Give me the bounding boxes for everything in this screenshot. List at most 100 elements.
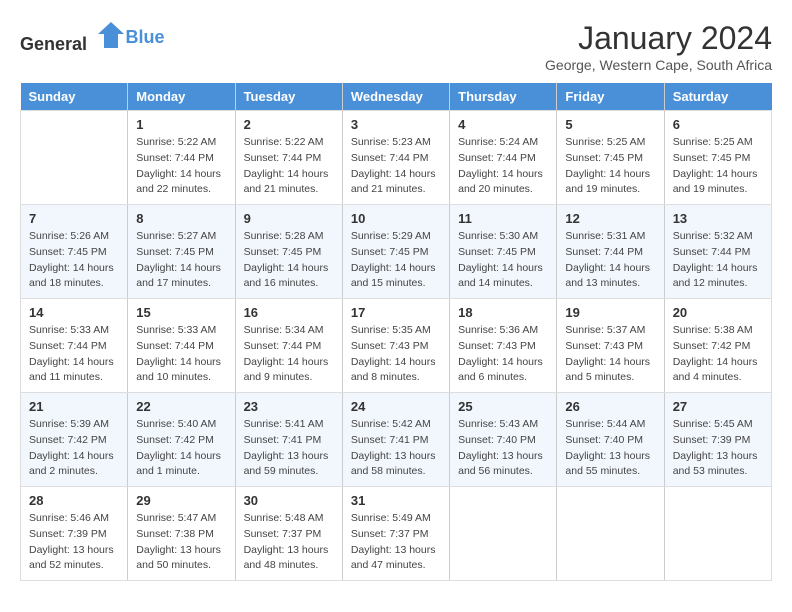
column-header-tuesday: Tuesday xyxy=(235,83,342,111)
calendar-cell: 10 Sunrise: 5:29 AM Sunset: 7:45 PM Dayli… xyxy=(342,205,449,299)
day-info: Sunrise: 5:25 AM Sunset: 7:45 PM Dayligh… xyxy=(565,135,655,198)
week-row-4: 21 Sunrise: 5:39 AM Sunset: 7:42 PM Dayli… xyxy=(21,393,772,487)
day-info: Sunrise: 5:23 AM Sunset: 7:44 PM Dayligh… xyxy=(351,135,441,198)
day-info: Sunrise: 5:39 AM Sunset: 7:42 PM Dayligh… xyxy=(29,417,119,480)
column-header-thursday: Thursday xyxy=(450,83,557,111)
day-number: 6 xyxy=(673,117,763,132)
calendar-cell: 9 Sunrise: 5:28 AM Sunset: 7:45 PM Daylig… xyxy=(235,205,342,299)
calendar-cell: 16 Sunrise: 5:34 AM Sunset: 7:44 PM Dayli… xyxy=(235,299,342,393)
day-number: 18 xyxy=(458,305,548,320)
day-info: Sunrise: 5:28 AM Sunset: 7:45 PM Dayligh… xyxy=(244,229,334,292)
day-number: 30 xyxy=(244,493,334,508)
day-info: Sunrise: 5:31 AM Sunset: 7:44 PM Dayligh… xyxy=(565,229,655,292)
calendar-header-row: SundayMondayTuesdayWednesdayThursdayFrid… xyxy=(21,83,772,111)
day-number: 17 xyxy=(351,305,441,320)
day-info: Sunrise: 5:33 AM Sunset: 7:44 PM Dayligh… xyxy=(136,323,226,386)
day-info: Sunrise: 5:44 AM Sunset: 7:40 PM Dayligh… xyxy=(565,417,655,480)
calendar-cell: 31 Sunrise: 5:49 AM Sunset: 7:37 PM Dayli… xyxy=(342,487,449,581)
month-year-title: January 2024 xyxy=(545,20,772,57)
day-info: Sunrise: 5:25 AM Sunset: 7:45 PM Dayligh… xyxy=(673,135,763,198)
column-header-friday: Friday xyxy=(557,83,664,111)
calendar-cell: 29Sunrise: 5:47 AM Sunset: 7:38 PM Dayli… xyxy=(128,487,235,581)
calendar-cell: 30 Sunrise: 5:48 AM Sunset: 7:37 PM Dayli… xyxy=(235,487,342,581)
calendar-cell: 13 Sunrise: 5:32 AM Sunset: 7:44 PM Dayli… xyxy=(664,205,771,299)
title-block: January 2024 George, Western Cape, South… xyxy=(545,20,772,73)
day-info: Sunrise: 5:26 AM Sunset: 7:45 PM Dayligh… xyxy=(29,229,119,292)
calendar-cell: 26 Sunrise: 5:44 AM Sunset: 7:40 PM Dayli… xyxy=(557,393,664,487)
week-row-1: 1 Sunrise: 5:22 AM Sunset: 7:44 PM Daylig… xyxy=(21,111,772,205)
logo-icon xyxy=(96,20,126,50)
day-info: Sunrise: 5:49 AM Sunset: 7:37 PM Dayligh… xyxy=(351,511,441,574)
calendar-cell: 6 Sunrise: 5:25 AM Sunset: 7:45 PM Daylig… xyxy=(664,111,771,205)
day-info: Sunrise: 5:37 AM Sunset: 7:43 PM Dayligh… xyxy=(565,323,655,386)
calendar-cell xyxy=(21,111,128,205)
calendar-cell: 17Sunrise: 5:35 AM Sunset: 7:43 PM Dayli… xyxy=(342,299,449,393)
day-number: 22 xyxy=(136,399,226,414)
day-number: 11 xyxy=(458,211,548,226)
day-info: Sunrise: 5:34 AM Sunset: 7:44 PM Dayligh… xyxy=(244,323,334,386)
calendar-cell: 18Sunrise: 5:36 AM Sunset: 7:43 PM Dayli… xyxy=(450,299,557,393)
day-number: 12 xyxy=(565,211,655,226)
day-info: Sunrise: 5:29 AM Sunset: 7:45 PM Dayligh… xyxy=(351,229,441,292)
calendar-cell: 23 Sunrise: 5:41 AM Sunset: 7:41 PM Dayli… xyxy=(235,393,342,487)
day-number: 5 xyxy=(565,117,655,132)
calendar-cell xyxy=(450,487,557,581)
day-number: 14 xyxy=(29,305,119,320)
day-info: Sunrise: 5:32 AM Sunset: 7:44 PM Dayligh… xyxy=(673,229,763,292)
week-row-5: 28Sunrise: 5:46 AM Sunset: 7:39 PM Dayli… xyxy=(21,487,772,581)
calendar-cell: 20Sunrise: 5:38 AM Sunset: 7:42 PM Dayli… xyxy=(664,299,771,393)
calendar-cell: 2Sunrise: 5:22 AM Sunset: 7:44 PM Daylig… xyxy=(235,111,342,205)
day-number: 10 xyxy=(351,211,441,226)
day-info: Sunrise: 5:33 AM Sunset: 7:44 PM Dayligh… xyxy=(29,323,119,386)
day-number: 24 xyxy=(351,399,441,414)
day-info: Sunrise: 5:27 AM Sunset: 7:45 PM Dayligh… xyxy=(136,229,226,292)
day-number: 13 xyxy=(673,211,763,226)
week-row-3: 14 Sunrise: 5:33 AM Sunset: 7:44 PM Dayli… xyxy=(21,299,772,393)
day-number: 27 xyxy=(673,399,763,414)
day-info: Sunrise: 5:47 AM Sunset: 7:38 PM Dayligh… xyxy=(136,511,226,574)
day-number: 23 xyxy=(244,399,334,414)
page-header: General Blue January 2024 George, Wester… xyxy=(20,20,772,73)
day-number: 31 xyxy=(351,493,441,508)
calendar-cell: 7Sunrise: 5:26 AM Sunset: 7:45 PM Daylig… xyxy=(21,205,128,299)
column-header-sunday: Sunday xyxy=(21,83,128,111)
column-header-monday: Monday xyxy=(128,83,235,111)
day-number: 9 xyxy=(244,211,334,226)
location-subtitle: George, Western Cape, South Africa xyxy=(545,57,772,73)
calendar-cell: 27Sunrise: 5:45 AM Sunset: 7:39 PM Dayli… xyxy=(664,393,771,487)
calendar-cell: 21 Sunrise: 5:39 AM Sunset: 7:42 PM Dayli… xyxy=(21,393,128,487)
day-info: Sunrise: 5:30 AM Sunset: 7:45 PM Dayligh… xyxy=(458,229,548,292)
day-info: Sunrise: 5:42 AM Sunset: 7:41 PM Dayligh… xyxy=(351,417,441,480)
calendar-cell: 11 Sunrise: 5:30 AM Sunset: 7:45 PM Dayli… xyxy=(450,205,557,299)
day-number: 21 xyxy=(29,399,119,414)
calendar-cell xyxy=(664,487,771,581)
day-info: Sunrise: 5:41 AM Sunset: 7:41 PM Dayligh… xyxy=(244,417,334,480)
day-number: 16 xyxy=(244,305,334,320)
column-header-wednesday: Wednesday xyxy=(342,83,449,111)
calendar-cell: 14 Sunrise: 5:33 AM Sunset: 7:44 PM Dayli… xyxy=(21,299,128,393)
day-info: Sunrise: 5:48 AM Sunset: 7:37 PM Dayligh… xyxy=(244,511,334,574)
calendar-cell xyxy=(557,487,664,581)
day-number: 15 xyxy=(136,305,226,320)
logo: General Blue xyxy=(20,20,165,55)
logo-blue-text: Blue xyxy=(126,27,165,47)
calendar-cell: 12 Sunrise: 5:31 AM Sunset: 7:44 PM Dayli… xyxy=(557,205,664,299)
calendar-cell: 19Sunrise: 5:37 AM Sunset: 7:43 PM Dayli… xyxy=(557,299,664,393)
day-number: 8 xyxy=(136,211,226,226)
day-info: Sunrise: 5:22 AM Sunset: 7:44 PM Dayligh… xyxy=(136,135,226,198)
calendar-cell: 15 Sunrise: 5:33 AM Sunset: 7:44 PM Dayli… xyxy=(128,299,235,393)
day-number: 1 xyxy=(136,117,226,132)
calendar-cell: 3Sunrise: 5:23 AM Sunset: 7:44 PM Daylig… xyxy=(342,111,449,205)
calendar-cell: 8 Sunrise: 5:27 AM Sunset: 7:45 PM Daylig… xyxy=(128,205,235,299)
day-info: Sunrise: 5:43 AM Sunset: 7:40 PM Dayligh… xyxy=(458,417,548,480)
day-number: 4 xyxy=(458,117,548,132)
day-number: 26 xyxy=(565,399,655,414)
calendar-cell: 24 Sunrise: 5:42 AM Sunset: 7:41 PM Dayli… xyxy=(342,393,449,487)
day-info: Sunrise: 5:40 AM Sunset: 7:42 PM Dayligh… xyxy=(136,417,226,480)
calendar-cell: 5 Sunrise: 5:25 AM Sunset: 7:45 PM Daylig… xyxy=(557,111,664,205)
day-info: Sunrise: 5:22 AM Sunset: 7:44 PM Dayligh… xyxy=(244,135,334,198)
day-info: Sunrise: 5:38 AM Sunset: 7:42 PM Dayligh… xyxy=(673,323,763,386)
day-number: 25 xyxy=(458,399,548,414)
calendar-cell: 1 Sunrise: 5:22 AM Sunset: 7:44 PM Daylig… xyxy=(128,111,235,205)
calendar-cell: 4Sunrise: 5:24 AM Sunset: 7:44 PM Daylig… xyxy=(450,111,557,205)
